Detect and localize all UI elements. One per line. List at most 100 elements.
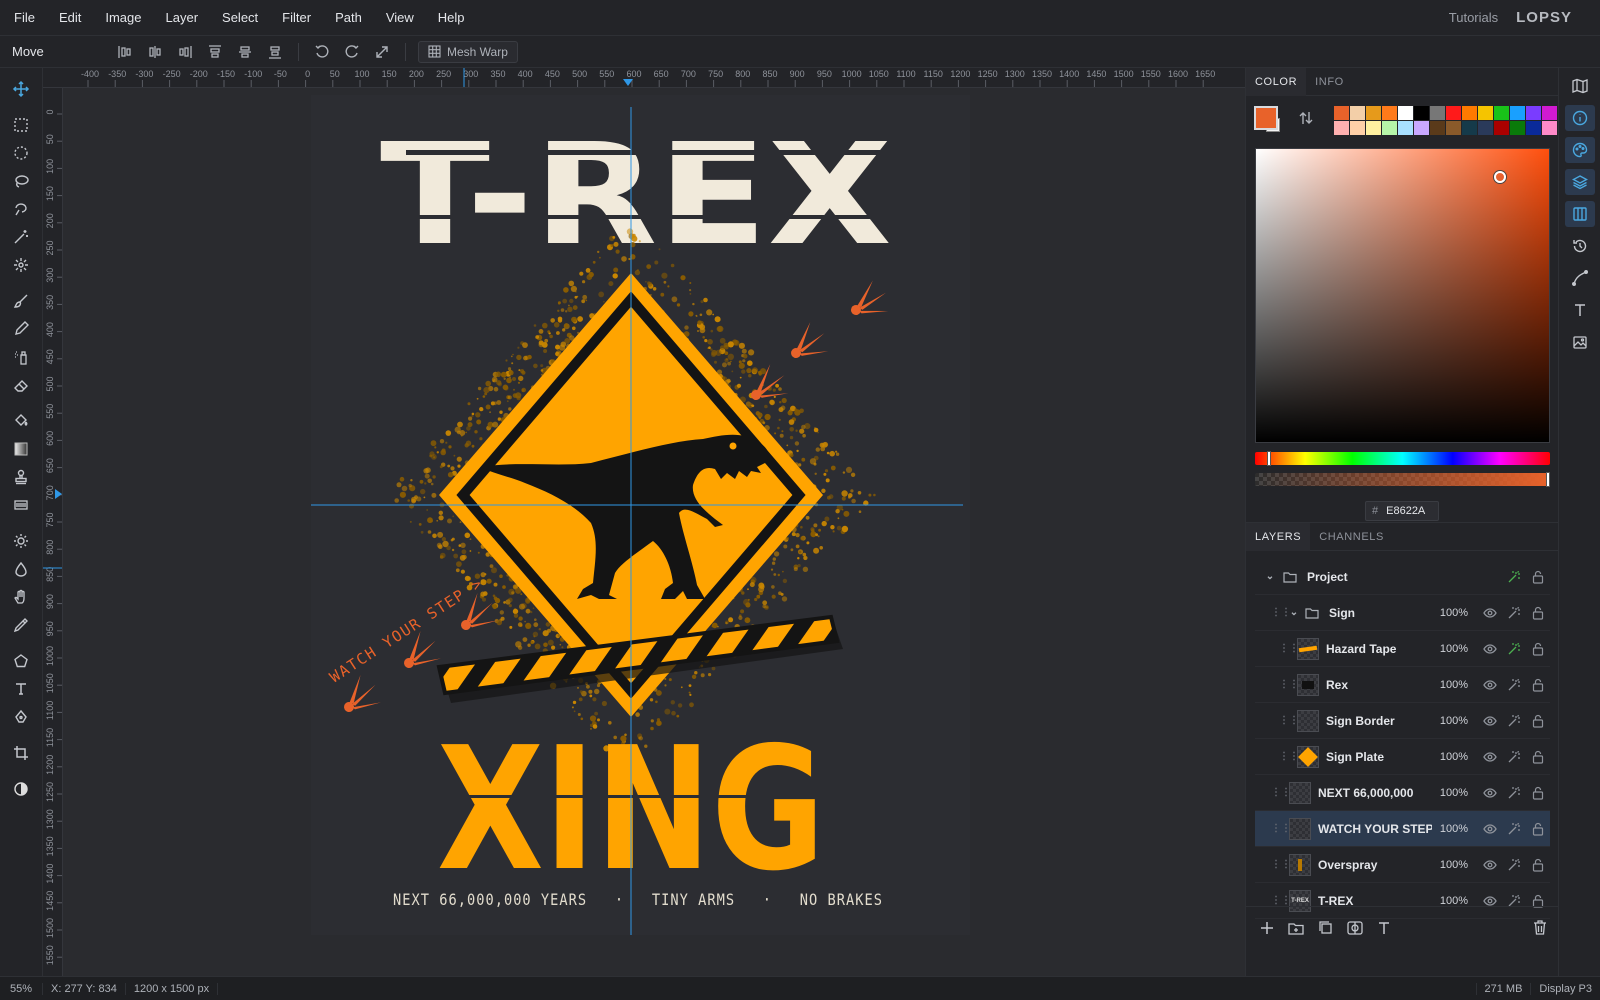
chevron-down-icon[interactable]: ⌄ <box>1287 607 1301 618</box>
palette-swatch[interactable] <box>1526 121 1541 135</box>
layer-opacity[interactable]: 100% <box>1432 787 1468 799</box>
expand-icon[interactable] <box>367 39 397 65</box>
drag-handle-icon[interactable]: ⋮⋮ <box>1279 679 1299 690</box>
chevron-down-icon[interactable]: ⌄ <box>1263 571 1277 582</box>
drag-handle-icon[interactable]: ⋮⋮ <box>1279 643 1299 654</box>
lock-icon[interactable] <box>1526 858 1550 872</box>
contrast-toggle-icon[interactable] <box>6 776 36 802</box>
effects-icon[interactable] <box>1502 642 1526 656</box>
menu-filter[interactable]: Filter <box>270 0 323 36</box>
history-icon[interactable] <box>1565 233 1595 259</box>
brush-icon[interactable] <box>6 288 36 314</box>
marquee-rect-icon[interactable] <box>6 112 36 138</box>
layer-row[interactable]: ⌄ Project <box>1255 559 1550 595</box>
lock-icon[interactable] <box>1526 678 1550 692</box>
eye-icon[interactable] <box>1478 786 1502 800</box>
palette-swatch[interactable] <box>1510 106 1525 120</box>
eye-icon[interactable] <box>1478 714 1502 728</box>
layer-opacity[interactable]: 100% <box>1432 751 1468 763</box>
spray-icon[interactable] <box>6 344 36 370</box>
stamp-icon[interactable] <box>6 464 36 490</box>
layer-row[interactable]: ⋮⋮ NEXT 66,000,000 100% <box>1255 775 1550 811</box>
layer-row[interactable]: ⋮⋮ Rex 100% <box>1255 667 1550 703</box>
palette-swatch[interactable] <box>1350 121 1365 135</box>
lock-icon[interactable] <box>1526 606 1550 620</box>
mask-icon[interactable] <box>1347 920 1363 935</box>
layer-opacity[interactable]: 100% <box>1432 607 1468 619</box>
lock-icon[interactable] <box>1526 786 1550 800</box>
palette-swatch[interactable] <box>1542 106 1557 120</box>
tab-channels[interactable]: CHANNELS <box>1310 523 1393 551</box>
hex-value[interactable]: E8622A <box>1386 505 1425 517</box>
palette-swatch[interactable] <box>1494 106 1509 120</box>
layer-opacity[interactable]: 100% <box>1432 679 1468 691</box>
menu-path[interactable]: Path <box>323 0 374 36</box>
magic-wand-icon[interactable] <box>6 224 36 250</box>
drag-handle-icon[interactable]: ⋮⋮ <box>1271 787 1291 798</box>
quick-select-icon[interactable] <box>6 252 36 278</box>
menu-select[interactable]: Select <box>210 0 270 36</box>
channels-icon[interactable] <box>1565 201 1595 227</box>
eye-icon[interactable] <box>1478 678 1502 692</box>
palette-swatch[interactable] <box>1478 121 1493 135</box>
tab-info[interactable]: INFO <box>1306 68 1353 96</box>
effects-icon[interactable] <box>1502 786 1526 800</box>
palette-swatch[interactable] <box>1462 106 1477 120</box>
align-hcenter-icon[interactable] <box>140 39 170 65</box>
drag-handle-icon[interactable]: ⋮⋮ <box>1271 607 1291 618</box>
eye-icon[interactable] <box>1478 750 1502 764</box>
lock-icon[interactable] <box>1526 822 1550 836</box>
layer-row[interactable]: ⋮⋮ Overspray 100% <box>1255 847 1550 883</box>
palette-swatch[interactable] <box>1526 106 1541 120</box>
image-adjust-icon[interactable] <box>1565 329 1595 355</box>
lock-icon[interactable] <box>1526 750 1550 764</box>
lasso-icon[interactable] <box>6 168 36 194</box>
crop-icon[interactable] <box>6 740 36 766</box>
new-group-icon[interactable] <box>1288 921 1304 935</box>
drag-handle-icon[interactable]: ⋮⋮ <box>1279 715 1299 726</box>
tagline-text[interactable]: NEXT 66,000,000 YEARS · TINY ARMS · NO B… <box>393 890 883 909</box>
lock-icon[interactable] <box>1526 570 1550 584</box>
drag-handle-icon[interactable]: ⋮⋮ <box>1271 895 1291 906</box>
pattern-stamp-icon[interactable] <box>6 492 36 518</box>
effects-icon[interactable] <box>1502 822 1526 836</box>
hue-slider[interactable] <box>1255 451 1550 466</box>
saturation-value-field[interactable] <box>1255 148 1550 443</box>
palette-swatch[interactable] <box>1366 121 1381 135</box>
palette-swatch[interactable] <box>1542 121 1557 135</box>
marquee-ellipse-icon[interactable] <box>6 140 36 166</box>
palette-swatch[interactable] <box>1398 106 1413 120</box>
align-top-icon[interactable] <box>200 39 230 65</box>
effects-icon[interactable] <box>1502 570 1526 584</box>
palette-swatch[interactable] <box>1334 121 1349 135</box>
layer-opacity[interactable]: 100% <box>1432 643 1468 655</box>
mesh-warp-button[interactable]: Mesh Warp <box>418 40 518 63</box>
character-icon[interactable] <box>1565 297 1595 323</box>
layer-opacity[interactable]: 100% <box>1432 895 1468 907</box>
pencil-icon[interactable] <box>6 316 36 342</box>
palette-swatch[interactable] <box>1446 106 1461 120</box>
effects-icon[interactable] <box>1502 750 1526 764</box>
palette-swatch[interactable] <box>1366 106 1381 120</box>
map-icon[interactable] <box>1565 73 1595 99</box>
layer-row[interactable]: ⋮⋮ Hazard Tape 100% <box>1255 631 1550 667</box>
alpha-slider[interactable] <box>1255 472 1550 487</box>
lock-icon[interactable] <box>1526 642 1550 656</box>
dodge-icon[interactable] <box>6 528 36 554</box>
ruler-horizontal[interactable]: -400 -350 -300 -250 -200 -150 -100 -50 0 50 100 150… <box>43 68 1245 88</box>
hand-icon[interactable] <box>6 584 36 610</box>
color-profile[interactable]: Display P3 <box>1530 982 1600 995</box>
guide-marker[interactable] <box>55 489 62 499</box>
menu-image[interactable]: Image <box>93 0 153 36</box>
palette-swatch[interactable] <box>1350 106 1365 120</box>
effects-icon[interactable] <box>1502 858 1526 872</box>
effects-icon[interactable] <box>1502 714 1526 728</box>
palette-swatch[interactable] <box>1334 106 1349 120</box>
move-tool-icon[interactable] <box>6 76 36 102</box>
tab-color[interactable]: COLOR <box>1246 67 1307 96</box>
layer-row[interactable]: ⋮⋮ WATCH YOUR STEP 100% <box>1255 811 1550 847</box>
bucket-icon[interactable] <box>6 408 36 434</box>
magnetic-lasso-icon[interactable] <box>6 196 36 222</box>
menu-help[interactable]: Help <box>426 0 477 36</box>
drag-handle-icon[interactable]: ⋮⋮ <box>1271 859 1291 870</box>
